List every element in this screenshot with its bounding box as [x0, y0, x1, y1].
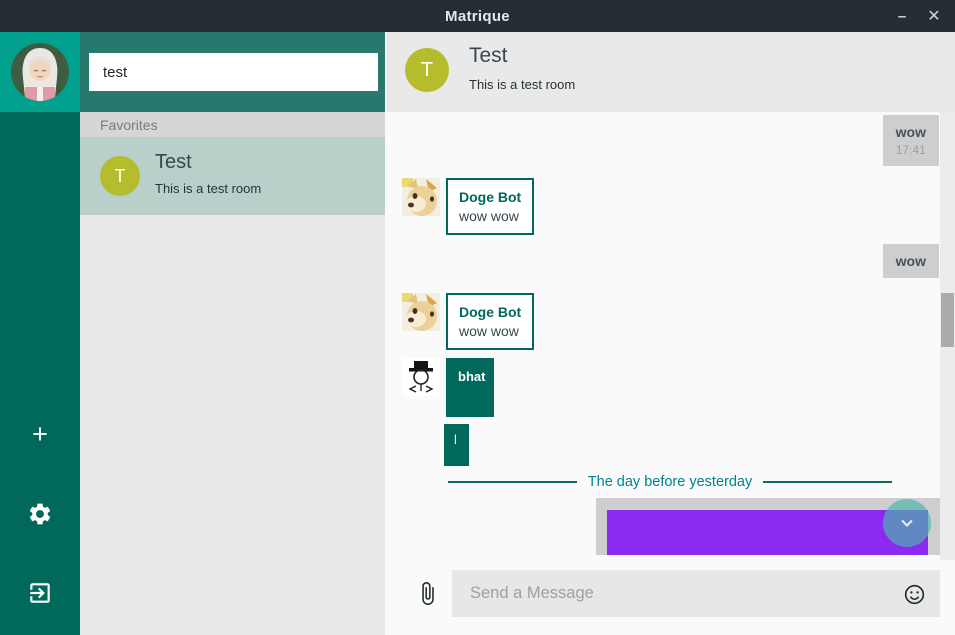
- chat-room-avatar: T: [405, 48, 449, 92]
- message-member: bhat: [402, 358, 494, 417]
- sender-name: Doge Bot: [459, 189, 521, 205]
- user-avatar: [11, 43, 69, 101]
- left-rail: +: [0, 32, 80, 635]
- chat-panel: T Test This is a test room wow 17:41: [385, 32, 955, 635]
- close-button[interactable]: ✕: [917, 0, 951, 32]
- message-bubble[interactable]: l: [444, 424, 469, 466]
- chat-room-name: Test: [469, 44, 508, 68]
- favorites-label: Favorites: [100, 117, 158, 133]
- scroll-to-bottom-button[interactable]: [883, 499, 931, 547]
- image-attachment[interactable]: [607, 510, 928, 555]
- message-bubble[interactable]: bhat: [446, 358, 494, 417]
- doge-avatar: [402, 293, 440, 331]
- message-text: l: [454, 432, 457, 447]
- message-text: wow: [896, 124, 926, 140]
- date-divider: The day before yesterday: [385, 470, 955, 494]
- chat-room-topic: This is a test room: [469, 77, 575, 92]
- bhat-avatar: [402, 358, 440, 396]
- message-text: wow wow: [459, 208, 521, 224]
- room-topic: This is a test room: [155, 181, 261, 196]
- search-input[interactable]: [89, 53, 378, 91]
- chevron-down-icon: [898, 514, 916, 532]
- room-avatar: T: [100, 156, 140, 196]
- settings-button[interactable]: [20, 494, 60, 534]
- composer-bar: [385, 560, 955, 635]
- message-input[interactable]: [452, 570, 940, 617]
- chat-header: T Test This is a test room: [385, 32, 955, 112]
- window-title: Matrique: [445, 8, 510, 25]
- doge-avatar: [402, 178, 440, 216]
- user-avatar-button[interactable]: [0, 32, 80, 112]
- search-panel: [80, 32, 385, 112]
- add-room-button[interactable]: +: [20, 414, 60, 454]
- room-list-panel: Favorites T Test This is a test room: [80, 32, 385, 635]
- message-text: wow wow: [459, 323, 521, 339]
- message-bot: Doge Bot wow wow: [402, 293, 534, 350]
- message-bubble[interactable]: Doge Bot wow wow: [446, 293, 534, 350]
- room-name: Test: [155, 151, 192, 174]
- minimize-button[interactable]: –: [885, 0, 919, 32]
- message-text: wow: [896, 253, 926, 269]
- favorites-section-header: Favorites: [80, 112, 385, 137]
- scrollbar-thumb[interactable]: [941, 293, 954, 347]
- matrique-window: Matrique – ✕ +: [0, 0, 955, 635]
- emoji-icon[interactable]: [903, 583, 926, 606]
- message-outgoing: wow: [883, 244, 939, 278]
- settings-gear-icon: [27, 501, 53, 527]
- message-bubble[interactable]: Doge Bot wow wow: [446, 178, 534, 235]
- logout-button[interactable]: [20, 573, 60, 613]
- room-list-item-test[interactable]: T Test This is a test room: [80, 137, 385, 215]
- message-text: bhat: [458, 369, 485, 384]
- title-bar: Matrique – ✕: [0, 0, 955, 32]
- message-timeline: wow 17:41 Doge Bot w: [385, 112, 955, 560]
- message-outgoing: wow 17:41: [883, 115, 939, 166]
- attach-file-icon[interactable]: [415, 581, 440, 606]
- chat-scrollbar[interactable]: [940, 112, 955, 560]
- message-time: 17:41: [896, 143, 926, 157]
- message-bot: Doge Bot wow wow: [402, 178, 534, 235]
- sender-name: Doge Bot: [459, 304, 521, 320]
- divider-label: The day before yesterday: [588, 474, 752, 490]
- message-bubble[interactable]: wow: [883, 244, 939, 278]
- message-member: l: [444, 424, 469, 466]
- exit-icon: [27, 580, 53, 606]
- divider-line: [448, 481, 577, 483]
- message-bubble[interactable]: wow 17:41: [883, 115, 939, 166]
- divider-line: [763, 481, 892, 483]
